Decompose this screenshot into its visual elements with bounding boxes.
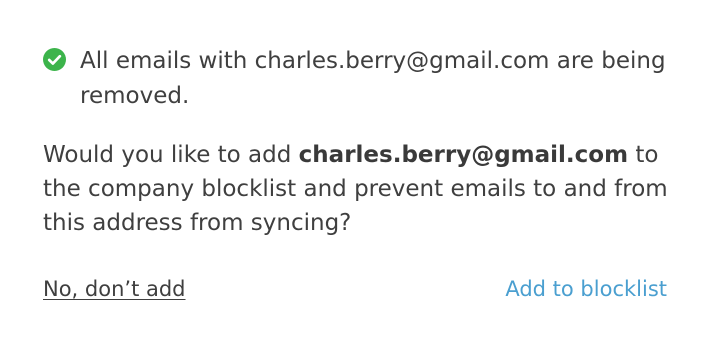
dialog-actions: No, don’t add Add to blocklist (43, 274, 667, 308)
question-email: charles.berry@gmail.com (298, 142, 629, 168)
add-to-blocklist-button[interactable]: Add to blocklist (505, 274, 667, 304)
dont-add-button[interactable]: No, don’t add (43, 274, 186, 304)
blocklist-dialog: All emails with charles.berry@gmail.com … (0, 0, 708, 341)
status-row: All emails with charles.berry@gmail.com … (43, 44, 673, 114)
question-prefix: Would you like to add (43, 142, 299, 168)
status-message: All emails with charles.berry@gmail.com … (80, 48, 666, 109)
check-circle-icon (43, 48, 66, 71)
blocklist-question: Would you like to add charles.berry@gmai… (43, 138, 683, 240)
